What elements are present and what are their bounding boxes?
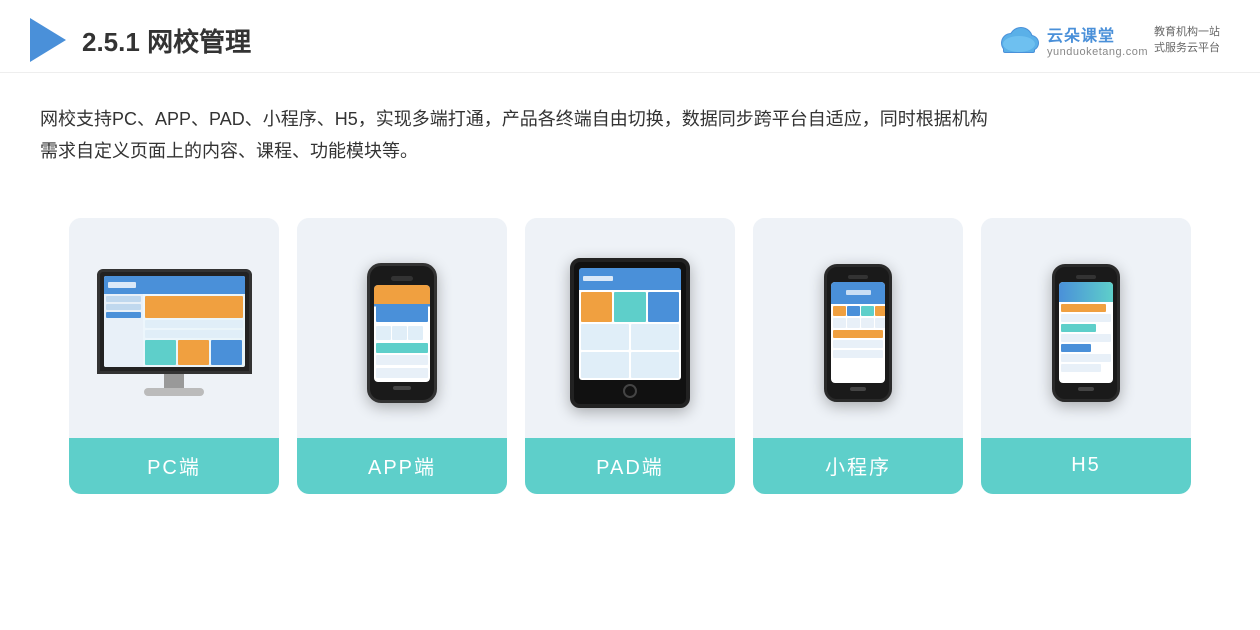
h5-screen	[1059, 282, 1113, 383]
tablet-screen	[579, 268, 681, 380]
h5-screen-body	[1059, 302, 1113, 376]
description-line2: 需求自定义页面上的内容、课程、功能模块等。	[40, 135, 1220, 167]
app-card: APP端	[297, 218, 507, 494]
tablet-home-button	[623, 384, 637, 398]
header-left: 2.5.1 网校管理	[30, 18, 251, 62]
pc-card: PC端	[69, 218, 279, 494]
pad-card-label: PAD端	[525, 438, 735, 494]
h5-notch	[1076, 275, 1096, 279]
brand-slogan: 教育机构一站 式服务云平台	[1154, 24, 1220, 57]
miniapp-screen	[831, 282, 885, 383]
mini-icon-1	[833, 306, 846, 316]
miniapp-card-label: 小程序	[753, 438, 963, 494]
monitor-stand	[144, 388, 204, 396]
pc-card-image	[69, 218, 279, 438]
miniapp-phone-icon	[824, 264, 892, 402]
h5-screen-header	[1059, 282, 1113, 302]
h5-row-7	[1061, 364, 1101, 372]
h5-row-1	[1061, 304, 1106, 312]
miniapp-header	[831, 282, 885, 304]
cloud-icon	[997, 25, 1041, 55]
h5-card: H5	[981, 218, 1191, 494]
h5-phone-icon	[1052, 264, 1120, 402]
h5-row-4	[1061, 334, 1111, 342]
mini-icon-3	[861, 306, 874, 316]
app-phone-icon	[367, 263, 437, 403]
app-card-label: APP端	[297, 438, 507, 494]
mini-icon-2	[847, 306, 860, 316]
phone-home-button	[393, 386, 411, 390]
miniapp-card: 小程序	[753, 218, 963, 494]
miniapp-notch	[848, 275, 868, 279]
phone-notch	[391, 276, 413, 281]
monitor-screen	[104, 276, 245, 367]
mini-bar-2	[833, 340, 883, 348]
pc-monitor-icon	[97, 269, 252, 396]
mini-icon-7	[861, 318, 874, 328]
mini-bar-1	[833, 330, 883, 338]
mini-icon-6	[847, 318, 860, 328]
monitor-body	[97, 269, 252, 374]
page-header: 2.5.1 网校管理 云朵课堂 yunduoketang.com	[0, 0, 1260, 73]
h5-row-2	[1061, 314, 1111, 322]
tablet-icon	[570, 258, 690, 408]
h5-row-5	[1061, 344, 1091, 352]
brand-logo-top: 云朵课堂 yunduoketang.com 教育机构一站 式服务云平台	[997, 22, 1220, 58]
pad-card: PAD端	[525, 218, 735, 494]
page-title: 2.5.1 网校管理	[82, 22, 251, 59]
mini-icon-4	[875, 306, 885, 316]
mini-icon-5	[833, 318, 846, 328]
description-line1: 网校支持PC、APP、PAD、小程序、H5，实现多端打通，产品各终端自由切换，数…	[40, 103, 1220, 135]
h5-row-3	[1061, 324, 1096, 332]
miniapp-home-bar	[850, 387, 866, 391]
h5-card-image	[981, 218, 1191, 438]
device-cards-section: PC端	[0, 188, 1260, 514]
miniapp-card-image	[753, 218, 963, 438]
pad-card-image	[525, 218, 735, 438]
h5-row-6	[1061, 354, 1111, 362]
mini-bar-3	[833, 350, 883, 358]
app-card-image	[297, 218, 507, 438]
logo-triangle-icon	[30, 18, 66, 62]
brand-name-text: 云朵课堂 yunduoketang.com	[1047, 22, 1148, 58]
description-section: 网校支持PC、APP、PAD、小程序、H5，实现多端打通，产品各终端自由切换，数…	[0, 73, 1260, 178]
brand-logo: 云朵课堂 yunduoketang.com 教育机构一站 式服务云平台	[997, 22, 1220, 58]
pc-card-label: PC端	[69, 438, 279, 494]
phone-screen	[374, 285, 430, 382]
miniapp-body	[831, 304, 885, 360]
h5-home-bar	[1078, 387, 1094, 391]
monitor-neck	[164, 374, 184, 388]
h5-card-label: H5	[981, 438, 1191, 494]
mini-icon-8	[875, 318, 885, 328]
